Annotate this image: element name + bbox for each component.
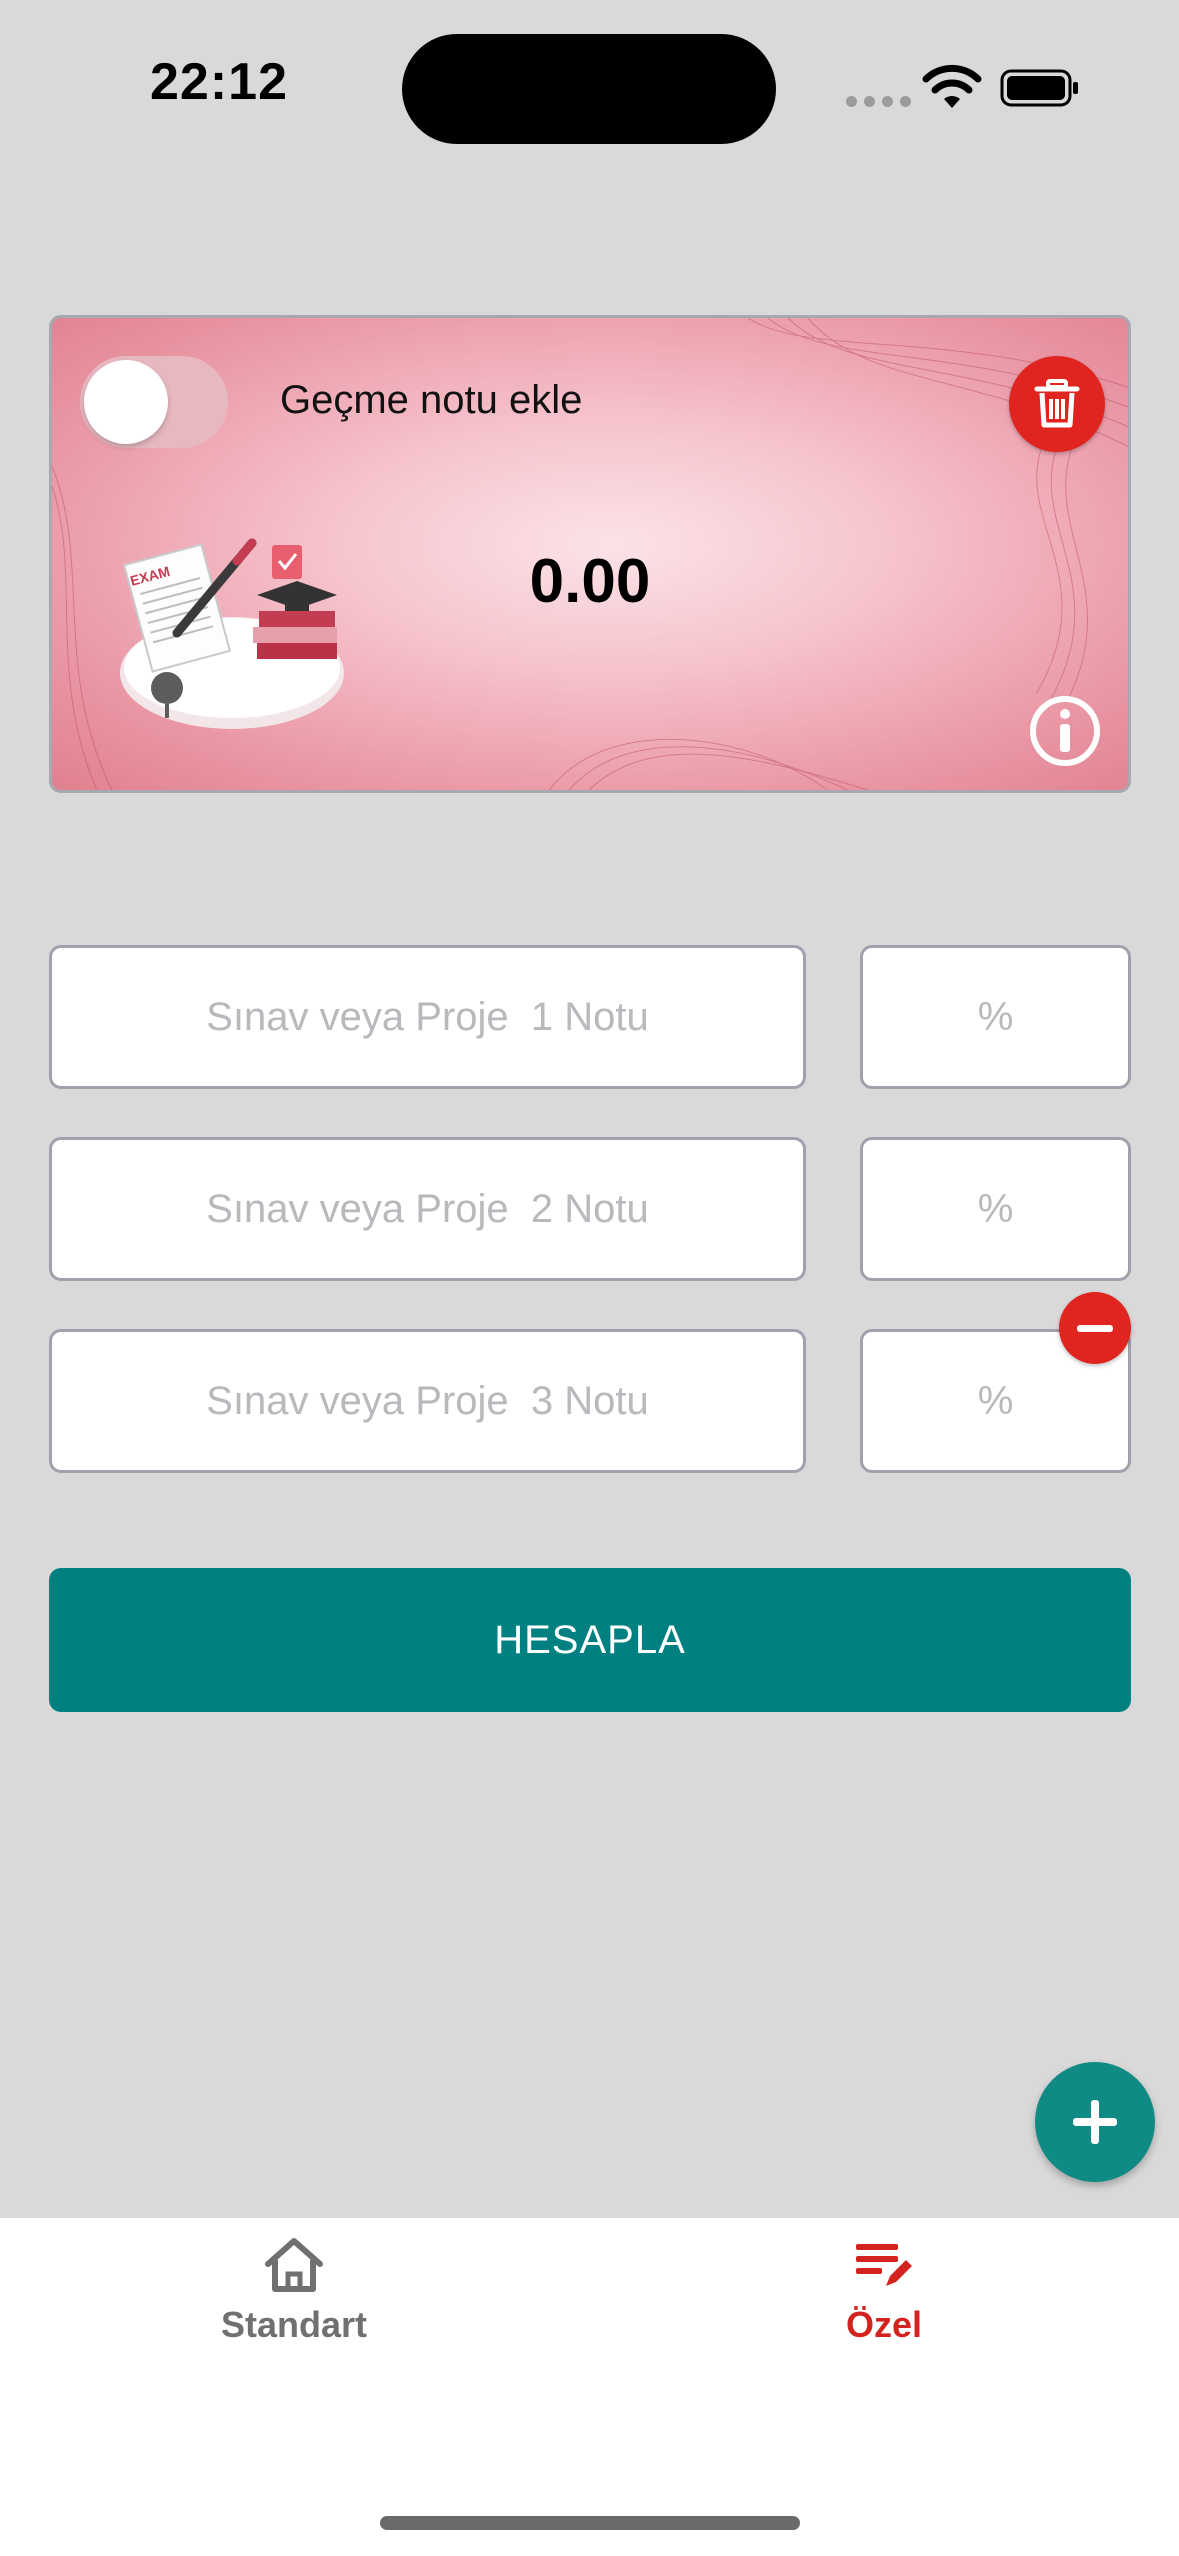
toggle-knob bbox=[84, 360, 168, 444]
toggle-label: Geçme notu ekle bbox=[280, 378, 583, 422]
tab-ozel[interactable]: Özel bbox=[754, 2236, 1014, 2346]
tab-standart[interactable]: Standart bbox=[164, 2236, 424, 2346]
remove-row-button[interactable] bbox=[1059, 1292, 1131, 1364]
status-time: 22:12 bbox=[150, 53, 288, 111]
result-card: Geçme notu ekle 0.00 EXAM bbox=[49, 315, 1131, 793]
passing-grade-toggle[interactable] bbox=[80, 356, 228, 448]
dynamic-island bbox=[402, 34, 776, 144]
add-row-button[interactable] bbox=[1035, 2062, 1155, 2182]
home-indicator bbox=[380, 2516, 800, 2530]
wifi-icon bbox=[922, 64, 982, 108]
exam-illustration: EXAM bbox=[120, 538, 344, 729]
tab-label: Özel bbox=[845, 2304, 923, 2345]
tab-label: Standart bbox=[220, 2304, 368, 2345]
info-icon[interactable] bbox=[1027, 693, 1103, 769]
grade-input-2[interactable] bbox=[49, 1137, 806, 1281]
tab-bar: Standart Özel bbox=[0, 2218, 1179, 2556]
edit-list-icon bbox=[856, 2244, 912, 2286]
screen: 22:12 Geçme notu ekle 0.00 EXAM Sınav ve… bbox=[0, 0, 1179, 2556]
signal-icon bbox=[846, 96, 911, 107]
minus-icon bbox=[1077, 1324, 1113, 1332]
percent-input-2[interactable] bbox=[860, 1137, 1131, 1281]
percent-input-1[interactable] bbox=[860, 945, 1131, 1089]
grade-row bbox=[49, 1329, 1131, 1473]
delete-button[interactable] bbox=[1009, 356, 1105, 452]
calculate-button[interactable]: HESAPLA bbox=[49, 1568, 1131, 1712]
battery-icon bbox=[1000, 69, 1078, 107]
plus-icon bbox=[1073, 2100, 1117, 2144]
grade-input-1[interactable] bbox=[49, 945, 806, 1089]
grade-row bbox=[49, 945, 1131, 1089]
grade-row bbox=[49, 1137, 1131, 1281]
home-icon bbox=[265, 2238, 323, 2292]
grade-input-3[interactable] bbox=[49, 1329, 806, 1473]
trash-icon bbox=[1034, 379, 1080, 428]
